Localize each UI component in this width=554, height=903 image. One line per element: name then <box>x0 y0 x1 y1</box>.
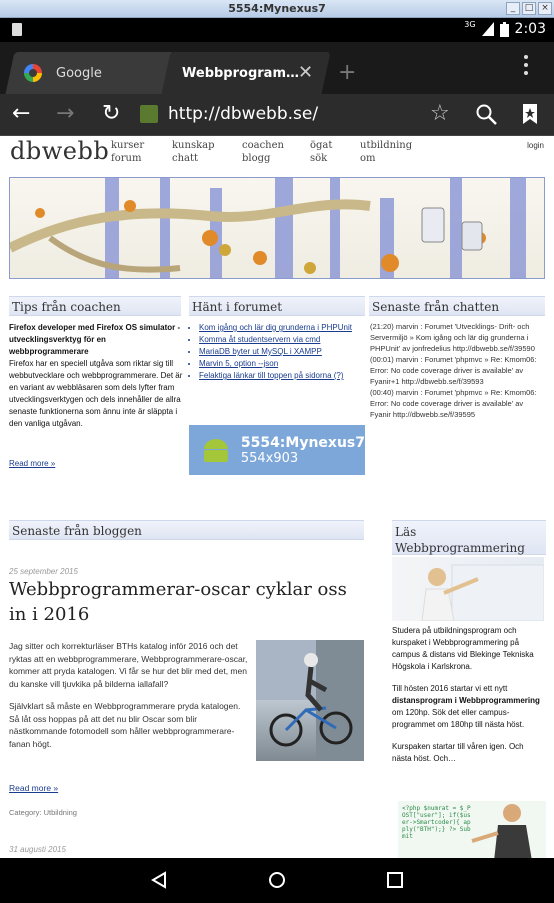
header-banner-image <box>9 177 545 279</box>
blog-read-more-link[interactable]: Read more » <box>9 782 58 794</box>
emulator-name: 5554:Mynexus7 <box>240 434 365 451</box>
sidebar-paragraph: Studera på utbildningsprogram och kurspa… <box>392 626 534 671</box>
coach-heading: Tips från coachen <box>9 296 181 316</box>
sidebar-text-part: om 120hp. Sök det eller campus-programme… <box>392 708 525 729</box>
coach-tip: Firefox developer med Firefox OS simulat… <box>9 322 185 430</box>
search-icon[interactable] <box>476 104 498 126</box>
nav-label: utbildning <box>360 140 413 151</box>
blog-post-image <box>256 640 364 761</box>
close-icon[interactable]: × <box>538 2 552 15</box>
tab-strip: Google Webbprogram… <box>0 42 554 94</box>
sidebar-text: Studera på utbildningsprogram och kurspa… <box>392 625 544 765</box>
nav-label: kunskap <box>172 140 215 151</box>
browser-toolbar: ← → ↻ http://dbwebb.se/ ☆ <box>0 94 554 136</box>
nav-label: coachen <box>242 140 284 151</box>
forum-list: Kom igång och lär dig grunderna i PHPUni… <box>199 322 369 382</box>
back-arrow-icon[interactable]: ← <box>12 102 30 126</box>
overflow-menu-icon[interactable] <box>524 55 528 79</box>
forum-link[interactable]: Kom igång och lär dig grunderna i PHPUni… <box>199 322 369 334</box>
teacher-figure <box>471 804 532 858</box>
forum-link[interactable]: Felaktiga länkar till toppen på sidorna … <box>199 370 369 382</box>
tab-label: Google <box>56 65 102 81</box>
forum-heading: Hänt i forumet <box>189 296 365 316</box>
status-bar: 3G 2:03 <box>0 18 554 42</box>
reload-icon[interactable]: ↻ <box>102 102 120 126</box>
sidebar-image <box>392 557 544 621</box>
sidebar-paragraph: Kurspaken startar till våren igen. Och n… <box>392 742 524 763</box>
blog-heading: Senaste från bloggen <box>9 520 364 540</box>
window-title-bar: 5554:Mynexus7 <box>0 0 554 18</box>
recents-icon[interactable] <box>386 871 404 889</box>
close-tab-icon[interactable]: ✕ <box>298 62 313 83</box>
coach-read-more-link[interactable]: Read more » <box>9 458 55 470</box>
blog-category: Category: Utbildning <box>9 808 77 817</box>
tree-illustration <box>10 178 526 278</box>
minimize-icon[interactable]: _ <box>506 2 520 15</box>
web-page: dbwebb kurser forum kunskap chatt coachen b… <box>0 137 554 858</box>
nav-label: ögat <box>310 140 333 151</box>
whiteboard-code: <?php $numrat = $_POST["user"]; if($user… <box>402 805 471 840</box>
forward-arrow-icon[interactable]: → <box>56 102 74 126</box>
clock: 2:03 <box>514 21 546 37</box>
coach-tip-body: Firefox har en speciell utgåva som rikta… <box>9 359 183 428</box>
bookmark-icon[interactable] <box>522 103 538 125</box>
signal-icon <box>481 22 494 36</box>
emulator-badge: 5554:Mynexus7 554x903 <box>189 425 365 475</box>
nav-label: blogg <box>242 153 271 164</box>
nav-label: chatt <box>172 153 199 164</box>
sidebar-heading: Läs Webbprogrammering vid BTH? <box>392 520 546 571</box>
nav-item-utbildning[interactable]: utbildning om <box>360 139 412 165</box>
forum-link[interactable]: MariaDB byter ut MySQL i XAMPP <box>199 346 369 358</box>
window-title: 5554:Mynexus7 <box>228 2 326 15</box>
sidebar-whiteboard-image: <?php $numrat = $_POST["user"]; if($user… <box>398 801 546 858</box>
sd-card-icon <box>12 23 22 36</box>
chat-heading: Senaste från chatten <box>369 296 545 316</box>
login-link[interactable]: login <box>527 141 544 150</box>
chat-line: (00:01) marvin : Forumet 'phpmvc » Re: K… <box>370 355 537 386</box>
android-nav-bar <box>0 858 554 903</box>
sidebar-text-part: Till hösten 2016 startar vi ett nytt <box>392 684 508 693</box>
cyclist-photo <box>256 640 364 761</box>
network-type: 3G <box>464 19 476 29</box>
battery-icon <box>499 21 509 37</box>
android-icon <box>203 439 228 462</box>
blog-paragraph: Jag sitter och korrekturläser BTHs katal… <box>9 641 248 689</box>
new-tab-icon[interactable]: + <box>338 60 356 85</box>
nav-item-kurser[interactable]: kurser forum <box>111 139 144 165</box>
back-icon[interactable] <box>150 871 168 889</box>
teacher-photo <box>421 564 544 621</box>
tab-google[interactable]: Google <box>5 52 175 94</box>
next-blog-date: 31 augusti 2015 <box>9 845 66 854</box>
chat-line: (21:20) marvin : Forumet 'Utvecklings- D… <box>370 322 535 353</box>
star-icon[interactable]: ☆ <box>430 102 450 126</box>
nav-label: kurser <box>111 140 145 151</box>
window-controls: _ □ × <box>506 2 552 15</box>
nav-label: forum <box>111 153 142 164</box>
nav-item-ogat[interactable]: ögat sök <box>310 139 332 165</box>
sidebar-text-part: distansprogram i Webbprogrammering <box>392 696 540 705</box>
blog-date: 25 september 2015 <box>9 567 78 576</box>
site-favicon <box>140 105 158 123</box>
chat-line: (00:40) marvin : Forumet 'phpmvc » Re: K… <box>370 388 537 419</box>
nav-item-coachen[interactable]: coachen blogg <box>242 139 284 165</box>
chat-log: (21:20) marvin : Forumet 'Utvecklings- D… <box>370 321 546 420</box>
forum-link[interactable]: Komma åt studentservern via cmd <box>199 334 369 346</box>
google-icon <box>24 64 42 82</box>
maximize-icon[interactable]: □ <box>522 2 536 15</box>
sidebar-paragraph: Till hösten 2016 startar vi ett nytt dis… <box>392 683 544 731</box>
tab-label: Webbprogram… <box>182 65 299 81</box>
blog-paragraph: Självklart så måste en Webbprogrammerare… <box>9 701 241 749</box>
blog-body: Jag sitter och korrekturläser BTHs katal… <box>9 640 251 750</box>
nav-label: sök <box>310 153 328 164</box>
nav-item-kunskap[interactable]: kunskap chatt <box>172 139 215 165</box>
site-logo[interactable]: dbwebb <box>10 137 109 165</box>
url-bar[interactable]: http://dbwebb.se/ <box>168 104 318 124</box>
forum-link[interactable]: Marvin 5, option --json <box>199 358 369 370</box>
blog-post-title[interactable]: Webbprogrammerar-oscar cyklar oss in i 2… <box>9 577 364 627</box>
emulator-size: 554x903 <box>240 450 299 466</box>
nav-label: om <box>360 153 376 164</box>
coach-tip-title: Firefox developer med Firefox OS simulat… <box>9 323 181 356</box>
home-icon[interactable] <box>268 871 286 889</box>
